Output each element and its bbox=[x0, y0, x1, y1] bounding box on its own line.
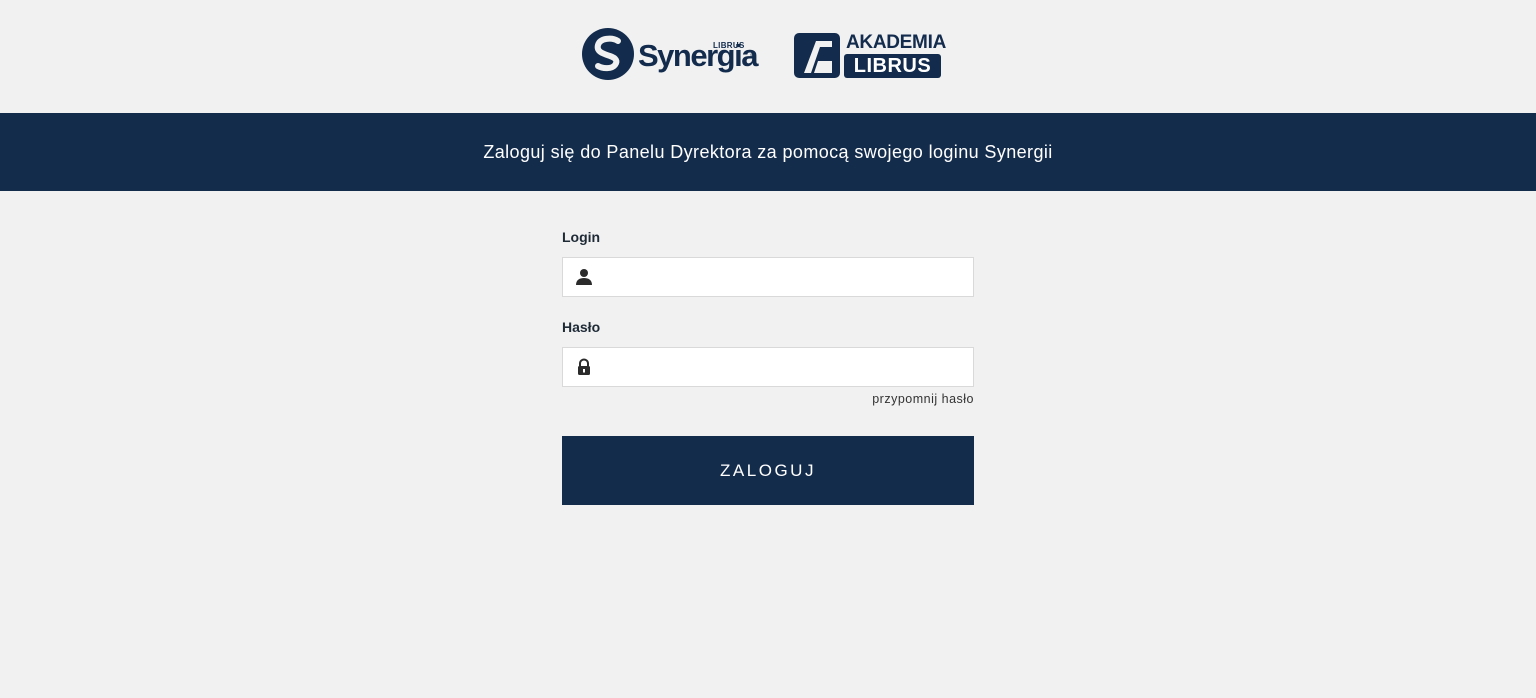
synergia-logo: Synergia LIBRUS ® bbox=[582, 28, 762, 84]
registered-mark: ® bbox=[750, 54, 755, 60]
password-field[interactable] bbox=[562, 347, 974, 387]
password-label: Hasło bbox=[562, 319, 601, 335]
akademia-a-logo-icon bbox=[794, 33, 840, 78]
librus-badge: LIBRUS bbox=[844, 54, 941, 78]
lock-icon bbox=[578, 358, 590, 375]
login-input[interactable] bbox=[603, 258, 963, 296]
synergia-s-logo-icon bbox=[582, 28, 634, 80]
logos-header: Synergia LIBRUS ® AKADEMIA LIBRUS bbox=[0, 0, 1536, 113]
forgot-password-link[interactable]: przypomnij hasło bbox=[562, 392, 974, 406]
login-form: Login Hasło przypomnij hasło ZALOGUJ bbox=[562, 226, 974, 505]
user-icon bbox=[576, 269, 592, 285]
login-banner: Zaloguj się do Panelu Dyrektora za pomoc… bbox=[0, 113, 1536, 191]
banner-text: Zaloguj się do Panelu Dyrektora za pomoc… bbox=[483, 141, 1053, 162]
login-button[interactable]: ZALOGUJ bbox=[562, 436, 974, 505]
akademia-librus-logo: AKADEMIA LIBRUS bbox=[794, 32, 946, 79]
password-input[interactable] bbox=[603, 348, 963, 386]
login-field[interactable] bbox=[562, 257, 974, 297]
login-label: Login bbox=[562, 229, 601, 245]
synergia-librus-tag: LIBRUS bbox=[713, 41, 745, 50]
akademia-text: AKADEMIA bbox=[846, 32, 946, 53]
login-page: Synergia LIBRUS ® AKADEMIA LIBRUS Zalogu… bbox=[0, 0, 1536, 698]
